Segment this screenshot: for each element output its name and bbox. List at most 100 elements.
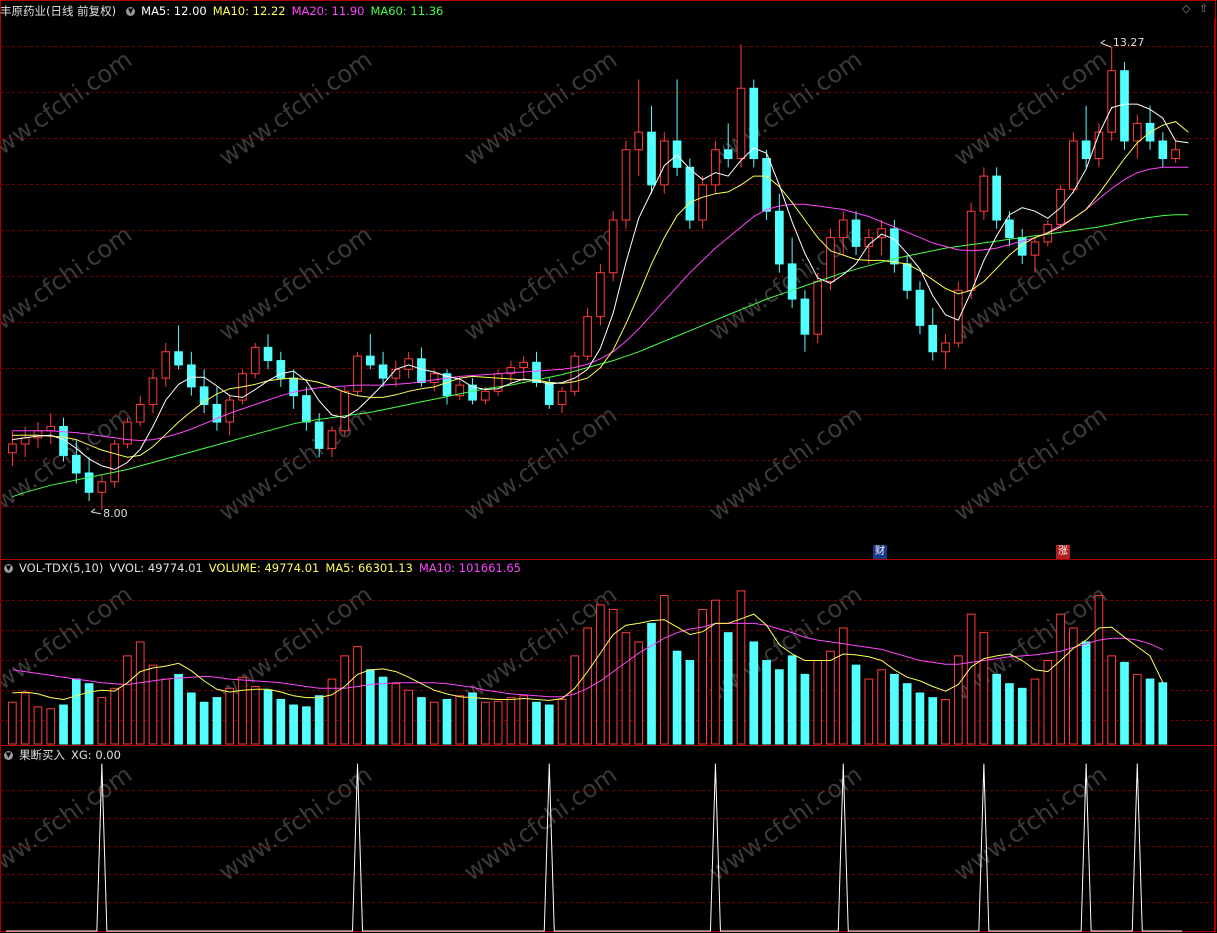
candle <box>1120 61 1129 150</box>
arrow-up-icon[interactable]: ⇧ <box>1199 2 1208 15</box>
candle-body <box>365 355 375 366</box>
candle-body <box>378 364 388 379</box>
diamond-icon[interactable]: ◇ <box>1182 2 1190 15</box>
candle <box>813 272 823 343</box>
volume-bar <box>123 655 132 745</box>
volume-bar <box>672 650 682 745</box>
candle <box>97 474 107 510</box>
volume-bar <box>174 673 183 745</box>
candle-body <box>327 430 337 449</box>
volume-bar <box>902 683 912 745</box>
watermark-text: www.cfchi.com <box>0 220 137 346</box>
volume-bar <box>864 678 874 745</box>
volume-bar <box>1081 641 1091 745</box>
chart-stage: www.cfchi.com www.cfchi.com www.cfchi.com w… <box>0 0 1217 933</box>
candle <box>557 386 567 414</box>
candle-body <box>813 281 823 335</box>
candle <box>864 228 874 264</box>
volume-bar <box>826 650 835 745</box>
candle <box>1132 114 1142 159</box>
badge-cai[interactable]: 财 <box>873 545 887 559</box>
volume-bar <box>596 604 605 745</box>
dropdown-icon[interactable]: ▼ <box>126 7 136 16</box>
dropdown-icon[interactable]: ▼ <box>4 564 13 573</box>
vvol-readout: VVOL: 49774.01 <box>109 561 203 575</box>
volume-bar <box>966 613 976 745</box>
signal-peak <box>548 763 550 765</box>
volume-bar <box>353 646 362 745</box>
volume-bar <box>250 685 260 745</box>
ma60-readout: MA60: 11.36 <box>370 4 444 18</box>
candle <box>749 79 759 168</box>
dropdown-icon[interactable]: ▼ <box>4 751 13 760</box>
volume-bar <box>71 678 81 745</box>
volume-bar <box>97 697 107 745</box>
volume-bar <box>481 701 490 745</box>
volume-bar <box>212 697 222 745</box>
watermark-text: www.cfchi.com <box>214 400 377 526</box>
volume-panel-header: ▼ VOL-TDX(5,10) VVOL: 49774.01 VOLUME: 4977… <box>0 559 527 577</box>
volume-bar <box>736 590 746 745</box>
volume-bar <box>225 687 235 745</box>
volume-bar <box>365 669 375 745</box>
volume-bar <box>749 641 759 745</box>
volume-bar <box>238 676 247 745</box>
candle-body <box>148 377 158 405</box>
watermark-text: www.cfchi.com <box>459 400 622 526</box>
volume-bar <box>762 660 771 745</box>
candle <box>250 342 260 379</box>
candle <box>225 395 235 436</box>
volume-bar <box>1145 678 1155 745</box>
watermark-text: www.cfchi.com <box>459 45 622 171</box>
candle-body <box>187 364 196 388</box>
candle-body <box>953 289 963 344</box>
candle-body <box>225 399 235 423</box>
volume-bar <box>877 669 886 745</box>
volume-bar <box>723 632 733 745</box>
candle <box>123 417 132 449</box>
volume-readout: VOLUME: 49774.01 <box>208 561 320 575</box>
volume-bar <box>455 695 465 745</box>
volume-bar <box>302 706 311 745</box>
candle <box>698 176 707 229</box>
volume-bar <box>787 655 797 745</box>
candle-body <box>1132 122 1142 142</box>
volume-bar <box>838 627 848 745</box>
candle <box>941 334 950 370</box>
signal-panel-header: ▼ 果断买入 XG: 0.00 <box>0 746 127 764</box>
candle-body <box>647 131 656 186</box>
candle <box>1081 105 1091 168</box>
volume-bar <box>1043 660 1053 745</box>
candle-body <box>46 425 56 432</box>
candle-body <box>20 437 30 445</box>
ma20-readout: MA20: 11.90 <box>291 4 365 18</box>
candle-body <box>557 390 567 405</box>
vol-ma5-readout: MA5: 66301.13 <box>325 561 413 575</box>
candle-body <box>979 175 989 212</box>
candle-body <box>570 355 580 392</box>
volume-bar <box>468 692 477 745</box>
low-arrow <box>90 508 102 515</box>
candle-body <box>1158 140 1168 160</box>
candle-body <box>1094 131 1104 160</box>
chart-canvas[interactable]: www.cfchi.com www.cfchi.com www.cfchi.com w… <box>0 0 1217 933</box>
candle <box>672 79 682 177</box>
watermark-layer: www.cfchi.com www.cfchi.com www.cfchi.com w… <box>0 45 1112 886</box>
vol-ma10-readout: MA10: 101661.65 <box>418 561 521 575</box>
candle-body <box>608 219 618 274</box>
volume-bar <box>953 655 963 745</box>
candle-body <box>583 316 592 357</box>
candle <box>46 413 56 444</box>
candle-body <box>775 210 784 265</box>
volume-bar <box>519 695 529 745</box>
signal-peak <box>357 763 359 765</box>
candle <box>570 351 580 396</box>
badge-zhang[interactable]: 涨 <box>1056 545 1070 559</box>
candle-body <box>723 149 733 160</box>
candle-body <box>481 390 490 401</box>
volume-bar <box>404 689 413 745</box>
candle-body <box>417 358 426 384</box>
candle <box>608 211 618 282</box>
volume-bar <box>1107 655 1117 745</box>
candle <box>992 167 1001 229</box>
